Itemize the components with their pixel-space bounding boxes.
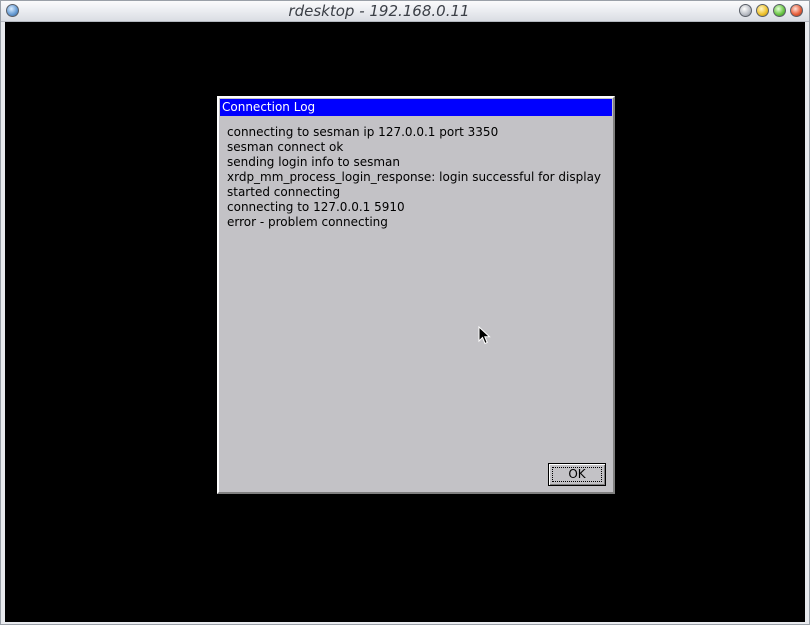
- mouse-pointer-icon: [478, 326, 491, 345]
- window-title: rdesktop - 192.168.0.11: [288, 2, 470, 20]
- ok-button-label: OK: [552, 467, 602, 482]
- shade-icon[interactable]: [756, 4, 769, 17]
- log-line: xrdp_mm_process_login_response: login su…: [227, 170, 602, 184]
- log-line: started connecting: [227, 185, 341, 199]
- rdesktop-window: rdesktop - 192.168.0.11 Connection Log c…: [0, 0, 810, 625]
- log-line: sesman connect ok: [227, 140, 344, 154]
- remote-desktop-area[interactable]: Connection Log connecting to sesman ip 1…: [5, 22, 805, 622]
- maximize-icon[interactable]: [773, 4, 786, 17]
- close-icon[interactable]: [790, 4, 803, 17]
- log-line: error - problem connecting: [227, 215, 388, 229]
- log-line: sending login info to sesman: [227, 155, 400, 169]
- connection-log-text: connecting to sesman ip 127.0.0.1 port 3…: [227, 125, 613, 245]
- minimize-icon[interactable]: [739, 4, 752, 17]
- ok-button[interactable]: OK: [548, 463, 606, 486]
- log-line: connecting to 127.0.0.1 5910: [227, 200, 405, 214]
- connection-log-dialog: Connection Log connecting to sesman ip 1…: [217, 96, 615, 494]
- log-line: connecting to sesman ip 127.0.0.1 port 3…: [227, 125, 499, 139]
- dialog-title: Connection Log: [220, 99, 612, 116]
- window-titlebar[interactable]: rdesktop - 192.168.0.11: [1, 1, 809, 22]
